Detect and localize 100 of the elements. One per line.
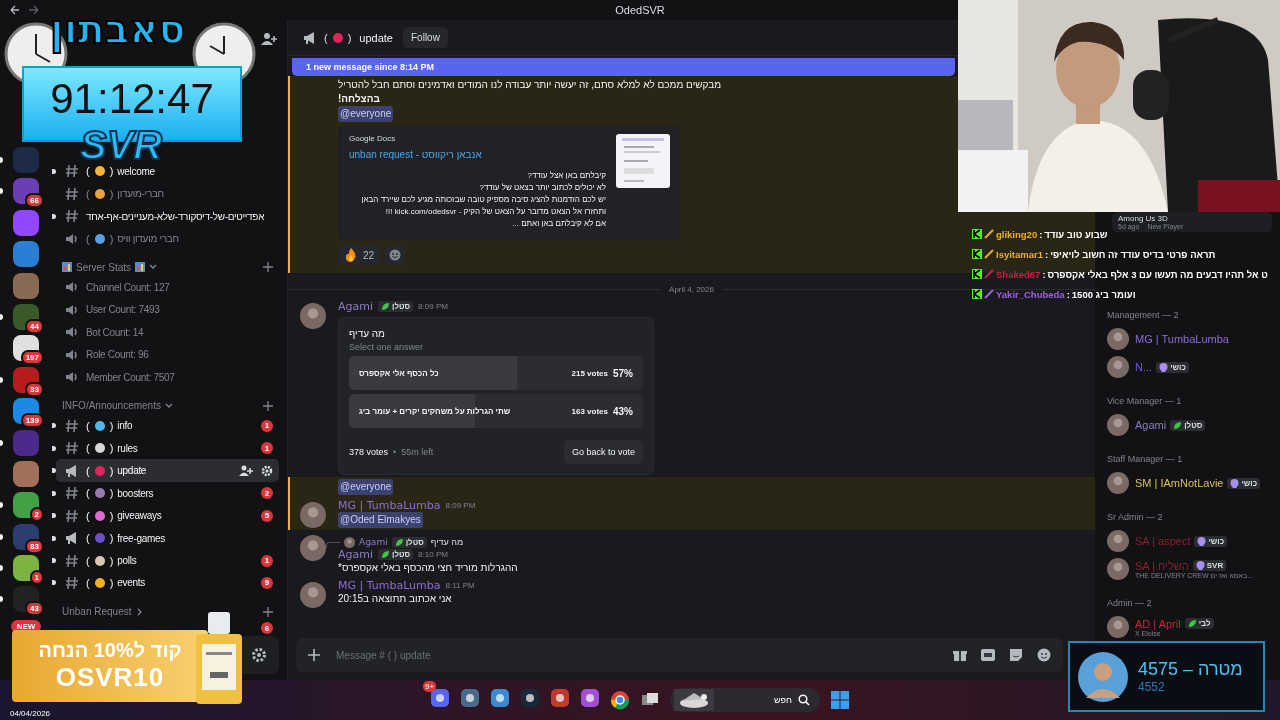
- channel-item[interactable]: Member Count: 7507: [56, 365, 279, 389]
- username: MG | TumbaLumba: [338, 579, 441, 592]
- channel-name: info: [117, 420, 133, 432]
- hashtag-icon: [64, 163, 80, 180]
- mention-badge: 1: [261, 419, 273, 432]
- channel-item[interactable]: ( ) info 1: [56, 414, 279, 437]
- mention-pill[interactable]: @everyone: [338, 106, 394, 122]
- leaf-icon: [1173, 420, 1183, 430]
- search-field[interactable]: חפש: [670, 688, 820, 712]
- avatar: [300, 303, 326, 329]
- channel-item[interactable]: ( ) welcome: [56, 160, 279, 183]
- role-group-title: Admin — 2: [1107, 598, 1153, 608]
- server-icon[interactable]: [13, 492, 39, 519]
- channel-name: giveaways: [117, 510, 162, 522]
- chat-app-icon[interactable]: [430, 688, 450, 708]
- bracket-text: ): [109, 532, 114, 544]
- back-forward-icon[interactable]: [10, 4, 40, 16]
- channel-item[interactable]: ( ) חברי-מועדון: [56, 182, 279, 205]
- bracket-text: ): [109, 442, 114, 455]
- member-name: SA | השליח: [1135, 559, 1189, 572]
- mention-pill[interactable]: @everyone: [338, 479, 394, 495]
- calculator-icon[interactable]: [460, 688, 480, 708]
- add-member-icon[interactable]: [261, 32, 277, 46]
- server-icon[interactable]: [13, 303, 39, 330]
- event-title: סאבתון: [50, 6, 186, 52]
- server-icon[interactable]: [13, 366, 39, 393]
- server-icon[interactable]: [13, 555, 39, 582]
- channel-item[interactable]: ( ) events 9: [56, 571, 279, 595]
- plus-icon[interactable]: [263, 606, 273, 617]
- plus-icon[interactable]: [263, 262, 273, 273]
- bracket-text: ): [109, 464, 114, 477]
- channel-item[interactable]: Role Count: 96: [56, 343, 279, 366]
- mention-pill[interactable]: @Oded Elmakyes: [338, 512, 423, 528]
- bar-chart-icon: [62, 262, 72, 273]
- answer-text: כל הכסף אלי אקספרס: [359, 368, 439, 378]
- message-field[interactable]: Message # ( ) update: [296, 638, 1063, 672]
- member-item[interactable]: MG | TumbaLumba: [1107, 326, 1272, 352]
- channel-item[interactable]: Bot Count: 14: [56, 320, 279, 344]
- vote-count: 215 votes: [571, 368, 608, 378]
- channel-name: Member Count: 7507: [86, 371, 175, 383]
- channel-item[interactable]: ( ) boosters 2: [56, 481, 279, 505]
- app-icon[interactable]: [550, 688, 570, 708]
- bracket-text: (: [86, 487, 90, 500]
- notification-badge: 9+: [423, 681, 437, 692]
- gift-icon[interactable]: [953, 648, 967, 662]
- member-name: SA | aspect: [1135, 535, 1191, 547]
- chat-username: Shaked67: [996, 268, 1041, 280]
- avatar: [344, 536, 355, 548]
- category-header[interactable]: Server Stats: [56, 249, 279, 276]
- channel-item[interactable]: ( ) free-games: [56, 526, 279, 550]
- avatar: [1107, 616, 1129, 638]
- plus-icon[interactable]: [263, 400, 273, 411]
- add-reaction-button[interactable]: [385, 245, 406, 265]
- promo-text: קוד ל10% הנחה: [38, 639, 182, 662]
- reaction-button[interactable]: 22: [338, 245, 382, 265]
- bracket-text: (: [86, 464, 90, 477]
- channel-item[interactable]: ( ) polls 1: [56, 549, 279, 572]
- gif-icon[interactable]: [981, 649, 995, 661]
- chat-username: Yakir_Chubeda: [996, 288, 1065, 300]
- start-icon[interactable]: [830, 690, 850, 710]
- settings-icon[interactable]: [261, 464, 273, 477]
- bracket-text: ): [109, 165, 114, 178]
- message-text: בהצלחה!: [338, 92, 380, 106]
- hashtag-icon: [64, 575, 80, 591]
- channel-item[interactable]: ( ) rules 1: [56, 436, 279, 460]
- unread-pip: [52, 168, 56, 174]
- add-member-icon[interactable]: [239, 464, 253, 477]
- tag-text: כושי: [1241, 478, 1258, 488]
- server-icon[interactable]: [13, 523, 39, 550]
- vote-button[interactable]: Go back to vote: [563, 440, 643, 464]
- leaf-icon: [1187, 619, 1197, 628]
- channel-name: polls: [117, 555, 137, 566]
- channel-item[interactable]: אפדייטים-של-דיסקורד-שלא-מעניינים-אף-אחד: [56, 204, 279, 228]
- channel-item[interactable]: ( ) חברי מועדון וויס: [56, 227, 279, 250]
- new-messages-bar[interactable]: 1 new message since 8:14 PM: [292, 58, 955, 76]
- server-icon[interactable]: [13, 178, 39, 205]
- camera-app-icon[interactable]: [580, 688, 600, 708]
- role-group-title: Management — 2: [1107, 310, 1180, 320]
- steam-icon[interactable]: [520, 688, 540, 708]
- plus-icon[interactable]: [308, 649, 320, 661]
- notepad-icon[interactable]: [490, 688, 510, 708]
- channel-name: חברי-מועדון: [117, 188, 164, 200]
- colon-text: :: [1042, 268, 1046, 280]
- message-input[interactable]: Message # ( ) update: [334, 648, 939, 662]
- channel-item[interactable]: User Count: 7493: [56, 298, 279, 321]
- tag-text: SVR: [1206, 561, 1224, 570]
- message-text: ההגרלות מוריד חצי מהכסף באלי אקספרס*: [338, 561, 518, 575]
- settings-icon[interactable]: [251, 647, 267, 664]
- sticker-icon[interactable]: [1009, 648, 1023, 662]
- channel-item[interactable]: ( ) giveaways 5: [56, 504, 279, 527]
- browser-icon[interactable]: [610, 690, 630, 710]
- category-header[interactable]: INFO/Announcements: [56, 388, 279, 415]
- channel-item[interactable]: Channel Count: 127: [56, 275, 279, 299]
- skull-icon: [1195, 561, 1205, 570]
- emoji-picker-icon[interactable]: [1037, 648, 1051, 662]
- chat-username: Isyitamar1: [996, 248, 1043, 260]
- member-name: Agami: [1135, 419, 1167, 431]
- follow-button[interactable]: Follow: [403, 27, 448, 48]
- channel-name: rules: [117, 442, 138, 454]
- embed-title-link[interactable]: unban request - אנבאן ריקווסט: [349, 149, 482, 160]
